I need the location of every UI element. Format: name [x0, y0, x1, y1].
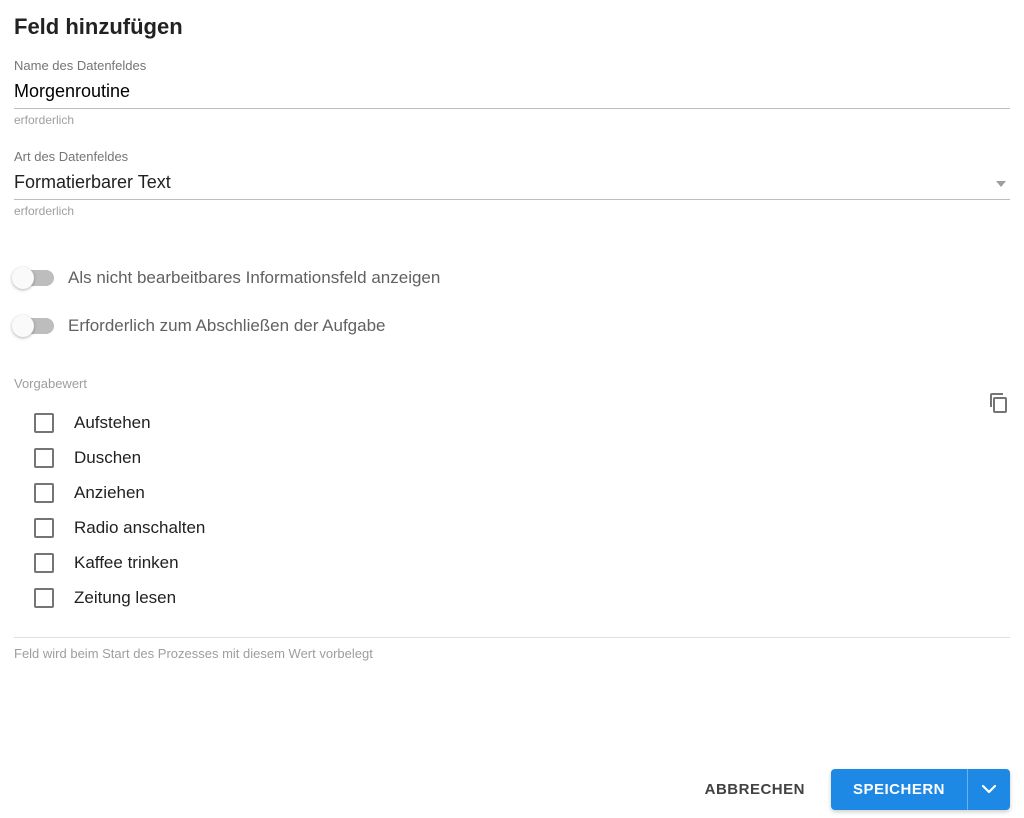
name-field-input[interactable]	[14, 77, 1010, 109]
required-toggle[interactable]	[14, 318, 54, 334]
readonly-toggle-label: Als nicht bearbeitbares Informationsfeld…	[68, 268, 440, 288]
default-value-section: Vorgabewert Aufstehen Duschen Anziehen	[14, 376, 1010, 661]
copy-icon[interactable]	[988, 392, 1008, 419]
list-item: Aufstehen	[34, 405, 1010, 440]
chevron-down-icon	[996, 176, 1010, 190]
default-value-checklist: Aufstehen Duschen Anziehen Radio anschal…	[14, 401, 1010, 615]
checkbox[interactable]	[34, 588, 54, 608]
toggle-thumb	[12, 267, 34, 289]
required-toggle-row: Erforderlich zum Abschließen der Aufgabe	[14, 316, 1010, 336]
checkbox[interactable]	[34, 553, 54, 573]
check-label: Duschen	[74, 448, 141, 468]
list-item: Anziehen	[34, 475, 1010, 510]
save-button[interactable]: Speichern	[831, 769, 967, 810]
type-field-select[interactable]: Formatierbarer Text	[14, 168, 1010, 200]
toggle-thumb	[12, 315, 34, 337]
checkbox[interactable]	[34, 413, 54, 433]
checkbox[interactable]	[34, 518, 54, 538]
readonly-toggle-row: Als nicht bearbeitbares Informationsfeld…	[14, 268, 1010, 288]
type-field-label: Art des Datenfeldes	[14, 149, 1010, 164]
type-field-value: Formatierbarer Text	[14, 172, 996, 193]
check-label: Aufstehen	[74, 413, 151, 433]
default-value-label: Vorgabewert	[14, 376, 1010, 391]
name-field-label: Name des Datenfeldes	[14, 58, 1010, 73]
check-label: Radio anschalten	[74, 518, 205, 538]
default-value-helper: Feld wird beim Start des Prozesses mit d…	[14, 646, 1010, 661]
check-label: Zeitung lesen	[74, 588, 176, 608]
check-label: Kaffee trinken	[74, 553, 179, 573]
checkbox[interactable]	[34, 483, 54, 503]
divider	[14, 637, 1010, 638]
name-field-group: Name des Datenfeldes erforderlich	[14, 58, 1010, 127]
type-field-helper: erforderlich	[14, 204, 1010, 218]
list-item: Duschen	[34, 440, 1010, 475]
required-toggle-label: Erforderlich zum Abschließen der Aufgabe	[68, 316, 386, 336]
list-item: Radio anschalten	[34, 510, 1010, 545]
dialog-footer: Abbrechen Speichern	[14, 769, 1010, 818]
list-item: Zeitung lesen	[34, 580, 1010, 615]
save-more-button[interactable]	[967, 769, 1010, 810]
checkbox[interactable]	[34, 448, 54, 468]
name-field-helper: erforderlich	[14, 113, 1010, 127]
list-item: Kaffee trinken	[34, 545, 1010, 580]
save-button-group: Speichern	[831, 769, 1010, 810]
readonly-toggle[interactable]	[14, 270, 54, 286]
cancel-button[interactable]: Abbrechen	[697, 771, 813, 808]
chevron-down-icon	[982, 785, 996, 794]
type-field-group: Art des Datenfeldes Formatierbarer Text …	[14, 149, 1010, 218]
check-label: Anziehen	[74, 483, 145, 503]
dialog-title: Feld hinzufügen	[14, 14, 1010, 40]
